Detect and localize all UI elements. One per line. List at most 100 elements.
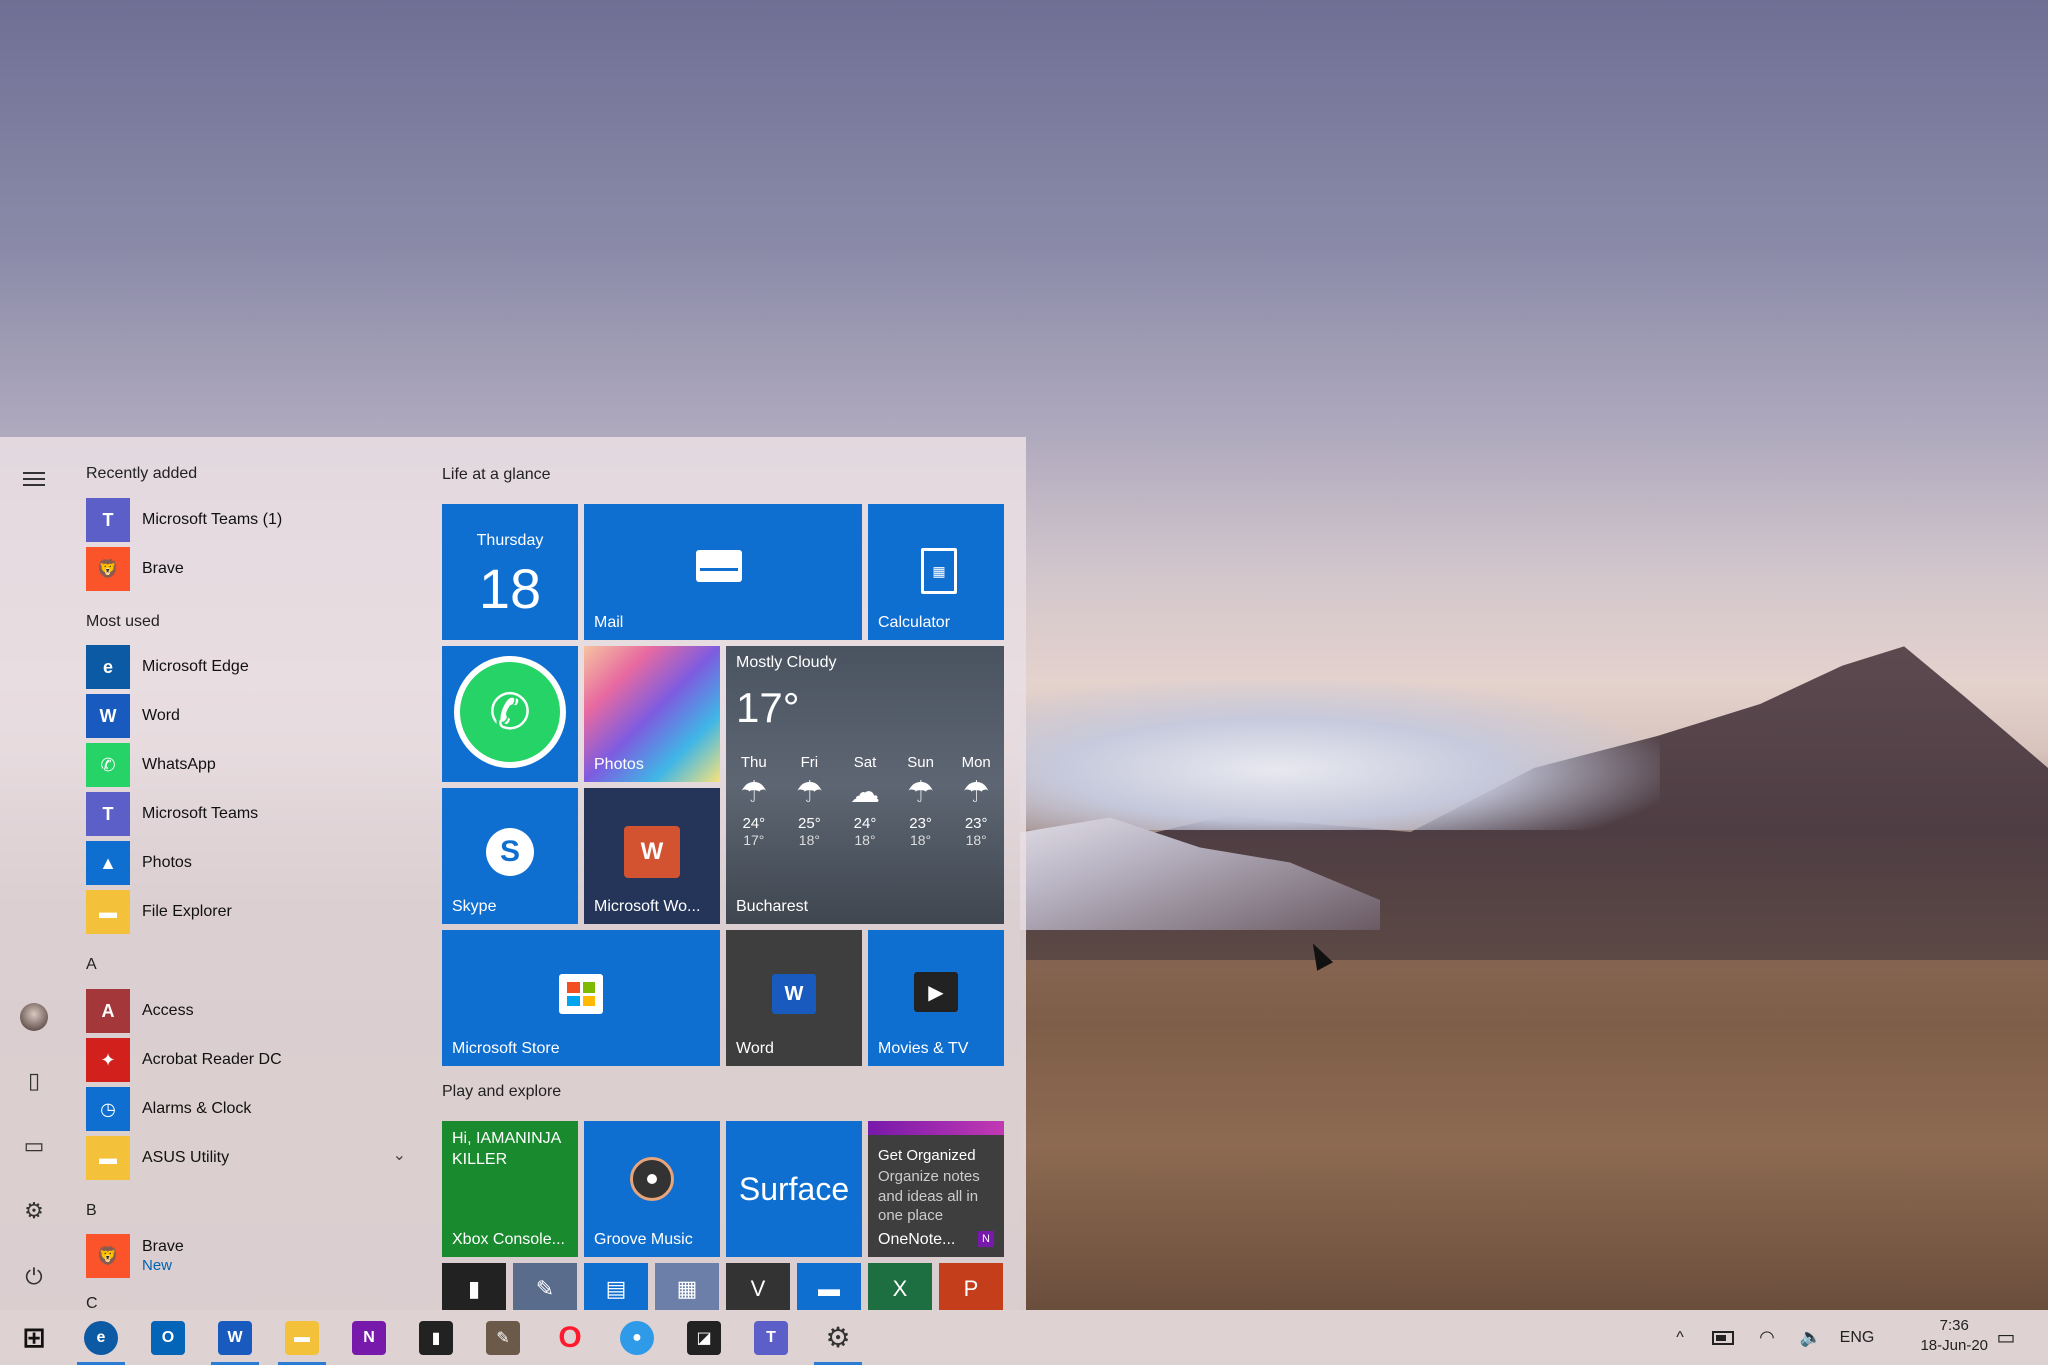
app-item-brave-new[interactable]: 🦁 Brave New <box>86 1233 416 1279</box>
tiles-area: Life at a glance Thursday 18 Mail ▦ Calc… <box>442 437 1022 1310</box>
app-label: Word <box>142 707 180 725</box>
app-item-word[interactable]: W Word <box>86 693 416 739</box>
excel-tile[interactable]: X <box>868 1263 932 1310</box>
word-icon: W <box>86 694 130 738</box>
app-item-access[interactable]: A Access <box>86 988 416 1034</box>
forecast-day-name: Thu <box>740 754 767 771</box>
folder-icon: ▬ <box>285 1320 319 1355</box>
forecast-low: 17° <box>743 832 765 848</box>
volume-icon[interactable]: 🔈 <box>1794 1310 1828 1365</box>
notepad-tile[interactable]: ▤ <box>584 1263 648 1310</box>
groove-tile[interactable]: Groove Music <box>584 1121 720 1257</box>
notifications-icon[interactable]: ▭ <box>1986 1310 2026 1365</box>
chevron-down-icon[interactable]: ⌄ <box>393 1145 406 1165</box>
app-item-brave[interactable]: 🦁 Brave <box>86 546 416 592</box>
weather-tile[interactable]: Mostly Cloudy 17° Thu ☂ 24° 17° Fri ☂ 25… <box>726 646 1004 924</box>
powerpoint-icon: P <box>963 1276 979 1301</box>
app-label: Brave <box>142 560 184 578</box>
letter-header-a[interactable]: A <box>86 956 97 974</box>
folder-tile[interactable]: ▬ <box>797 1263 861 1310</box>
taskbar-browser[interactable]: ● <box>605 1310 669 1365</box>
folder-icon: ▬ <box>818 1276 840 1301</box>
letter-header-c[interactable]: C <box>86 1295 98 1310</box>
access-icon: A <box>86 989 130 1033</box>
app-item-photos[interactable]: ▲ Photos <box>86 840 416 886</box>
letter-header-b[interactable]: B <box>86 1202 97 1220</box>
taskbar-edge[interactable]: e <box>69 1310 133 1365</box>
tile-label: Mail <box>594 614 624 631</box>
settings-icon[interactable]: ⚙ <box>20 1197 48 1225</box>
xbox-tile[interactable]: Hi, IAMANINJAKILLER Xbox Console... <box>442 1121 578 1257</box>
app-item-acrobat[interactable]: ✦ Acrobat Reader DC <box>86 1037 416 1083</box>
taskbar-outlook[interactable]: O <box>136 1310 200 1365</box>
onenote-tile[interactable]: Get Organized Organize notes and ideas a… <box>868 1121 1004 1257</box>
app-item-teams-1[interactable]: T Microsoft Teams (1) <box>86 497 416 543</box>
taskbar-settings[interactable]: ⚙ <box>806 1310 870 1365</box>
edge-icon: e <box>86 645 130 689</box>
mail-tile[interactable]: Mail <box>584 504 862 640</box>
recently-added-heading: Recently added <box>86 465 198 482</box>
start-button[interactable]: ⊞ <box>2 1310 66 1365</box>
tiles-app-tile[interactable]: ▦ <box>655 1263 719 1310</box>
wallpaper-desert <box>1020 900 2048 1310</box>
whatsapp-tile[interactable]: ✆ <box>442 646 578 782</box>
vivaldi-icon: V <box>750 1276 766 1301</box>
app-label: ASUS Utility <box>142 1149 230 1167</box>
app-label: Microsoft Edge <box>142 658 249 676</box>
forecast-day-name: Sat <box>853 754 877 771</box>
photos-tile[interactable]: Photos <box>584 646 720 782</box>
forecast-day: Fri ☂ 25° 18° <box>784 754 834 848</box>
taskbar-onenote[interactable]: N <box>337 1310 401 1365</box>
surface-tile[interactable]: Surface <box>726 1121 862 1257</box>
taskbar: ⊞ e O W ▬ N ▮ ✎ O ● ◪ T ⚙ ^ ◠ 🔈 ENG 7:36… <box>0 1310 2048 1365</box>
start-rail: ▯ ▭ ⚙ ⏻ <box>0 437 66 1310</box>
taskbar-teams[interactable]: T <box>739 1310 803 1365</box>
vivaldi-tile[interactable]: V <box>726 1263 790 1310</box>
calendar-tile[interactable]: Thursday 18 <box>442 504 578 640</box>
app-item-edge[interactable]: e Microsoft Edge <box>86 644 416 690</box>
forecast-high: 25° <box>798 815 821 832</box>
tray-chevron-icon[interactable]: ^ <box>1664 1310 1696 1365</box>
power-icon[interactable]: ⏻ <box>20 1263 48 1291</box>
forecast-low: 18° <box>909 832 932 848</box>
clock-icon: ◷ <box>86 1087 130 1131</box>
powerpoint-tile[interactable]: P <box>939 1263 1003 1310</box>
app-item-teams[interactable]: T Microsoft Teams <box>86 791 416 837</box>
movies-tile[interactable]: ▶ Movies & TV <box>868 930 1004 1066</box>
store-tile[interactable]: Microsoft Store <box>442 930 720 1066</box>
app-item-file-explorer[interactable]: ▬ File Explorer <box>86 889 416 935</box>
app-item-alarms[interactable]: ◷ Alarms & Clock <box>86 1086 416 1132</box>
documents-icon[interactable]: ▯ <box>20 1067 48 1095</box>
excel-icon: X <box>892 1276 908 1301</box>
deezer-tile[interactable]: ▮ <box>442 1263 506 1310</box>
taskbar-gimp[interactable]: ✎ <box>471 1310 535 1365</box>
battery-icon[interactable] <box>1706 1310 1740 1365</box>
pictures-icon[interactable]: ▭ <box>20 1132 48 1160</box>
user-avatar[interactable] <box>20 1003 48 1031</box>
brave-icon: 🦁 <box>86 547 130 591</box>
app-item-whatsapp[interactable]: ✆ WhatsApp <box>86 742 416 788</box>
tile-label: Photos <box>594 756 644 773</box>
app-label: Acrobat Reader DC <box>142 1051 282 1069</box>
wifi-icon[interactable]: ◠ <box>1750 1310 1784 1365</box>
taskbar-sticky-notes[interactable]: ◪ <box>672 1310 736 1365</box>
app-label: Access <box>142 1002 194 1020</box>
language-indicator[interactable]: ENG <box>1836 1310 1878 1365</box>
taskbar-deezer[interactable]: ▮ <box>404 1310 468 1365</box>
tile-label: OneNote... <box>878 1231 956 1248</box>
taskbar-clock[interactable]: 7:36 18-Jun-20 <box>1920 1316 1988 1357</box>
taskbar-opera[interactable]: O <box>538 1310 602 1365</box>
taskbar-file-explorer[interactable]: ▬ <box>270 1310 334 1365</box>
rain-icon: ☂ <box>962 776 990 809</box>
forecast-high: 24° <box>853 815 877 832</box>
menu-icon[interactable] <box>20 465 48 493</box>
taskbar-word[interactable]: W <box>203 1310 267 1365</box>
word-tile[interactable]: W Word <box>726 930 862 1066</box>
calculator-tile[interactable]: ▦ Calculator <box>868 504 1004 640</box>
skype-tile[interactable]: S Skype <box>442 788 578 924</box>
office-tile[interactable]: W Microsoft Wo... <box>584 788 720 924</box>
app-item-asus-utility[interactable]: ▬ ASUS Utility ⌄ <box>86 1135 416 1181</box>
group-title-play: Play and explore <box>442 1083 562 1100</box>
paint-tile[interactable]: ✎ <box>513 1263 577 1310</box>
outlook-icon: O <box>151 1320 185 1355</box>
